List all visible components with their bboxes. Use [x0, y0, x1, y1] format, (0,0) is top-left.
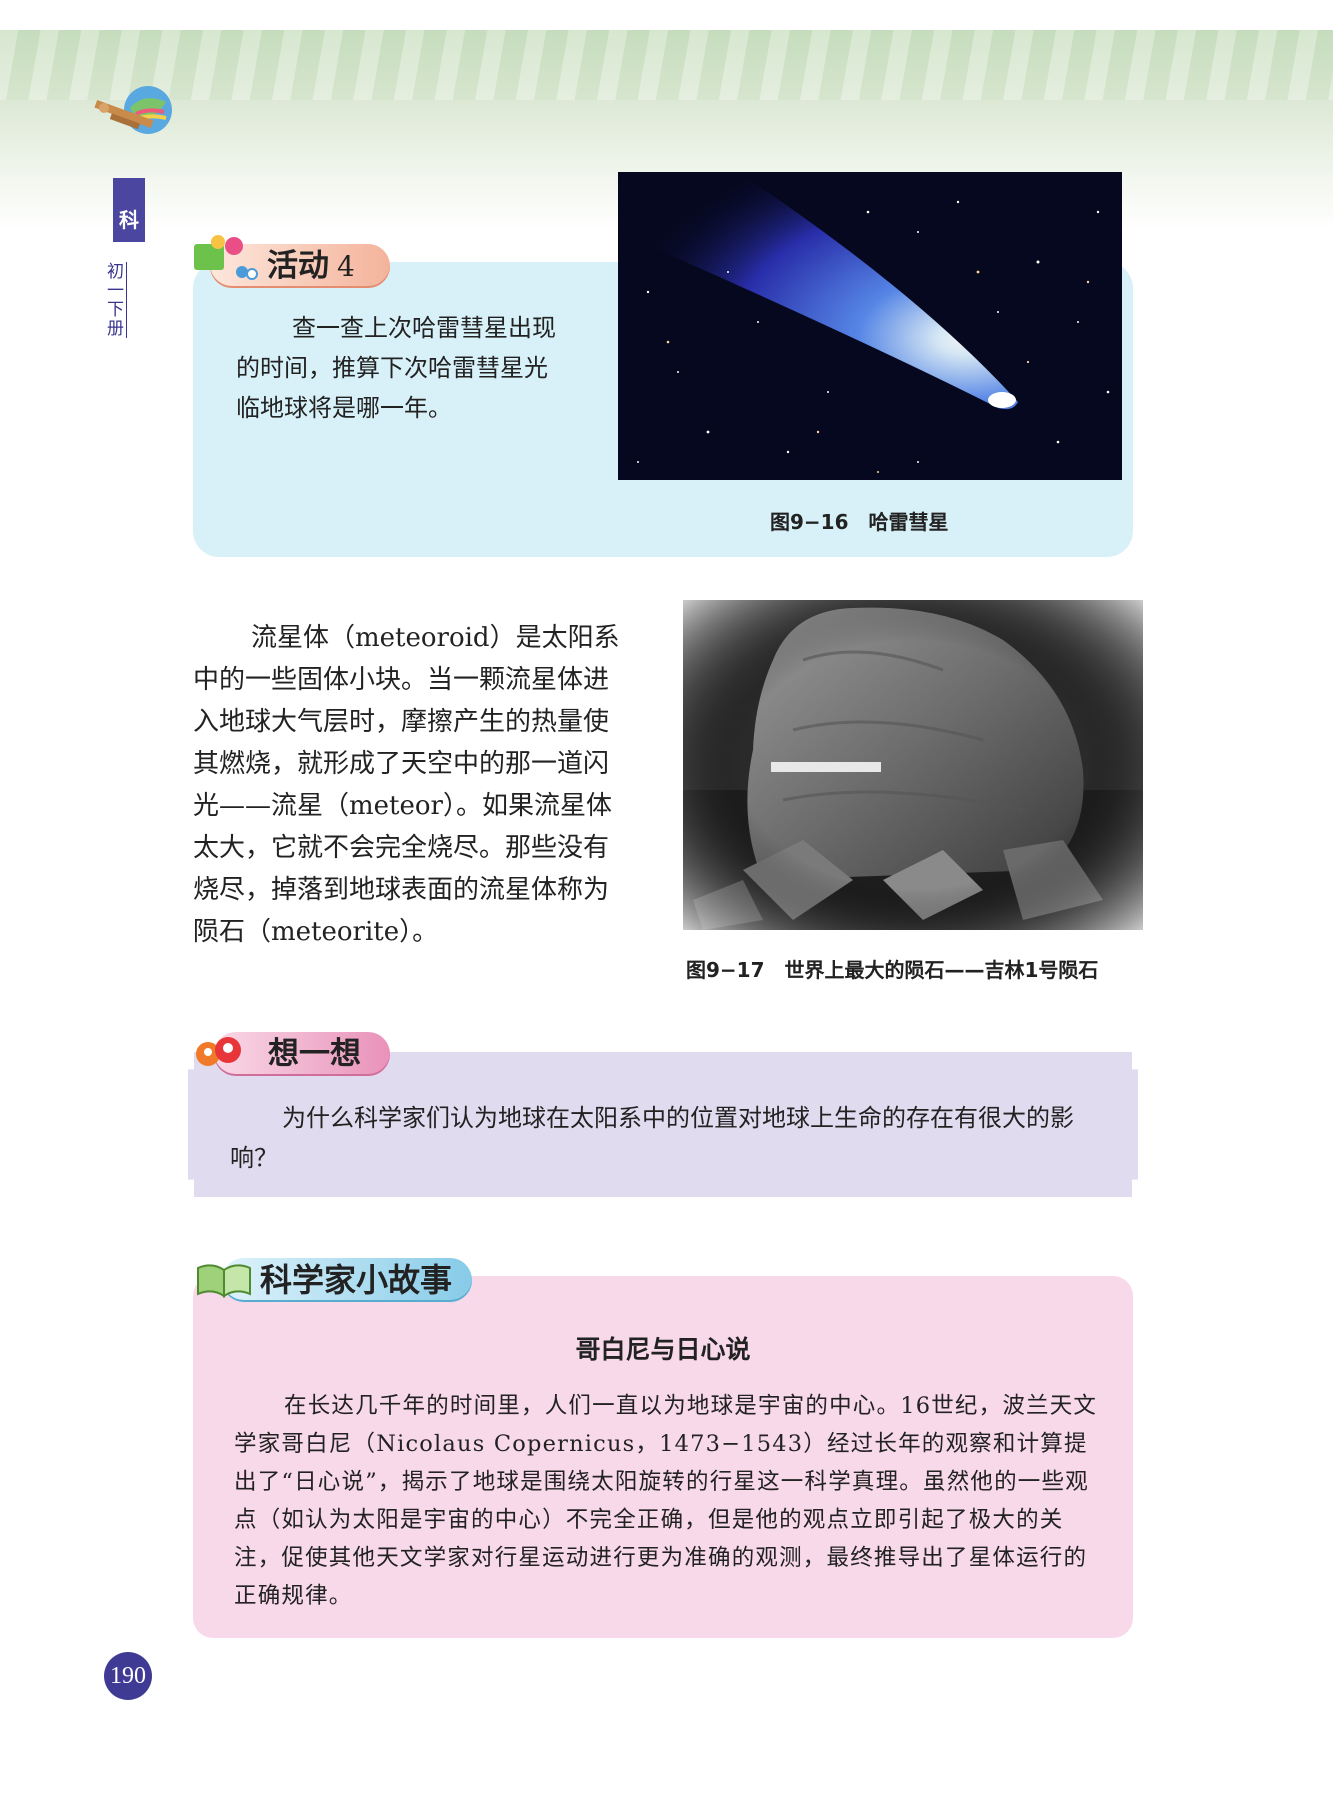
- story-title: 科学家小故事: [260, 1261, 453, 1299]
- halley-comet-image: [618, 172, 1122, 480]
- story-text: 在长达几千年的时间里，人们一直以为地球是宇宙的中心。16世纪，波兰天文学家哥白尼…: [234, 1393, 1098, 1609]
- activity-icon: [194, 235, 258, 280]
- meteoroid-paragraph: 流星体（meteoroid）是太阳系中的一些固体小块。当一颗流星体进入地球大气层…: [193, 623, 620, 947]
- open-book-icon: [197, 1264, 251, 1298]
- figure-caption-meteorite: 图9−17 世界上最大的陨石——吉林1号陨石: [686, 958, 1099, 982]
- meteorite-image: [683, 600, 1143, 930]
- think-title: 想一想: [268, 1036, 361, 1072]
- page-number: 190: [104, 1652, 152, 1700]
- grade-label: 初一下册: [96, 262, 127, 338]
- activity-title-label: 活动: [267, 248, 329, 284]
- think-icon: [196, 1037, 241, 1066]
- globe-airplane-logo: [94, 86, 172, 134]
- story-heading: 哥白尼与日心说: [575, 1335, 751, 1364]
- subject-tab: 科: [113, 178, 145, 242]
- think-text: 为什么科学家们认为地球在太阳系中的位置对地球上生命的存在有很大的影响？: [230, 1104, 1074, 1172]
- figure-caption-comet: 图9−16 哈雷彗星: [770, 510, 949, 534]
- activity-title: 活动 4: [267, 244, 355, 289]
- activity-number: 4: [337, 250, 355, 283]
- activity-text: 查一查上次哈雷彗星出现的时间，推算下次哈雷彗星光临地球将是哪一年。: [236, 314, 556, 422]
